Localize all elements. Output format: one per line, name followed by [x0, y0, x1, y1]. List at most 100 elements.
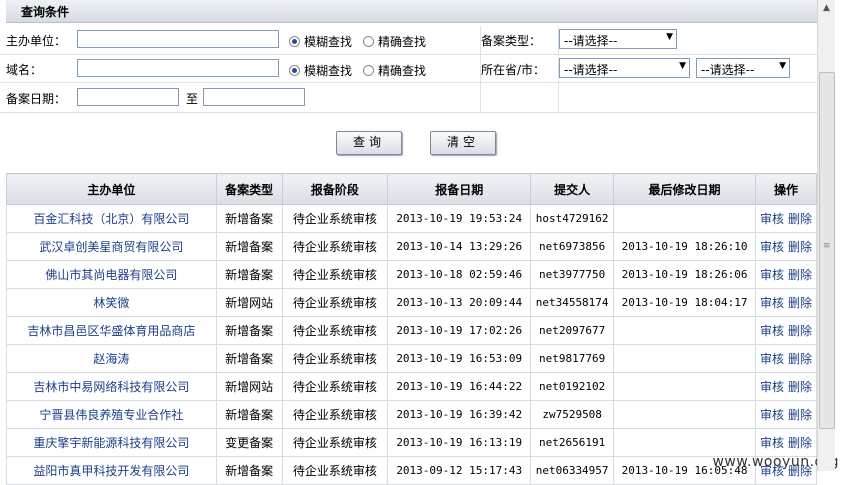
table-row: 林笑微 新增网站 待企业系统审核 2013-10-13 20:09:44 net3455…	[6, 288, 818, 317]
domain-exact-radio[interactable]: 精确查找	[363, 62, 426, 79]
actions-cell: 审核 删除	[754, 316, 818, 345]
review-link[interactable]: 审核	[760, 296, 784, 310]
chevron-down-icon: ▼	[679, 61, 686, 71]
unit-link[interactable]: 林笑微	[93, 296, 129, 310]
date-to-input[interactable]	[203, 88, 305, 106]
radio-checked-icon	[289, 36, 300, 47]
unit-cell: 重庆擎宇新能源科技有限公司	[6, 428, 217, 457]
stage-cell: 待企业系统审核	[281, 204, 389, 233]
col-header-stage[interactable]: 报备阶段	[281, 173, 389, 205]
unit-cell: 百金汇科技（北京）有限公司	[6, 204, 217, 233]
submitter-cell: net34558174	[530, 288, 615, 317]
domain-fuzzy-radio[interactable]: 模糊查找	[289, 62, 352, 79]
city-select-value: --请选择--	[701, 63, 755, 77]
type-cell: 新增备案	[215, 204, 283, 233]
submitter-cell: net6973856	[530, 232, 615, 261]
unit-link[interactable]: 宁晋县伟良养殖专业合作社	[39, 408, 183, 422]
delete-link[interactable]: 删除	[788, 408, 812, 422]
table-row: 赵海涛 新增备案 待企业系统审核 2013-10-19 16:53:09 net9817…	[6, 344, 818, 373]
unit-cell: 宁晋县伟良养殖专业合作社	[6, 400, 217, 429]
date-cell: 2013-10-19 17:02:26	[387, 316, 532, 345]
province-select-value: --请选择--	[564, 63, 618, 77]
table-header-row: 主办单位 备案类型 报备阶段 报备日期 提交人 最后修改日期 操作	[6, 173, 818, 205]
col-header-type[interactable]: 备案类型	[215, 173, 283, 205]
scroll-up-icon[interactable]: ▲	[818, 0, 835, 17]
date-label: 备案日期：	[6, 92, 67, 106]
table-row: 百金汇科技（北京）有限公司 新增备案 待企业系统审核 2013-10-19 19:53…	[6, 204, 818, 233]
table-row: 佛山市其尚电器有限公司 新增备案 待企业系统审核 2013-10-18 02:59:4…	[6, 260, 818, 289]
modified-cell	[613, 344, 756, 373]
type-cell: 新增备案	[215, 316, 283, 345]
query-button[interactable]: 查询	[336, 131, 402, 155]
unit-link[interactable]: 重庆擎宇新能源科技有限公司	[33, 436, 189, 450]
review-link[interactable]: 审核	[760, 240, 784, 254]
col-header-date[interactable]: 报备日期	[387, 173, 532, 205]
review-link[interactable]: 审核	[760, 408, 784, 422]
unit-link[interactable]: 益阳市真甲科技开发有限公司	[33, 464, 189, 478]
delete-link[interactable]: 删除	[788, 352, 812, 366]
unit-link[interactable]: 吉林市中易网络科技有限公司	[33, 380, 189, 394]
date-cell: 2013-10-19 16:53:09	[387, 344, 532, 373]
stage-cell: 待企业系统审核	[281, 260, 389, 289]
delete-link[interactable]: 删除	[788, 296, 812, 310]
domain-fuzzy-label: 模糊查找	[304, 64, 353, 78]
stage-cell: 待企业系统审核	[281, 344, 389, 373]
review-link[interactable]: 审核	[760, 324, 784, 338]
delete-link[interactable]: 删除	[788, 380, 812, 394]
review-link[interactable]: 审核	[760, 436, 784, 450]
domain-label: 域名：	[6, 63, 43, 77]
province-select[interactable]: --请选择-- ▼	[559, 58, 690, 78]
col-header-unit[interactable]: 主办单位	[6, 173, 217, 205]
submitter-cell: net2656191	[530, 428, 615, 457]
unit-label: 主办单位：	[6, 34, 67, 48]
unit-exact-radio[interactable]: 精确查找	[363, 33, 426, 50]
date-from-input[interactable]	[77, 88, 179, 106]
city-select[interactable]: --请选择-- ▼	[696, 58, 790, 78]
unit-fuzzy-radio[interactable]: 模糊查找	[289, 33, 352, 50]
type-cell: 新增备案	[215, 232, 283, 261]
date-to-label: 至	[186, 92, 199, 106]
review-link[interactable]: 审核	[760, 352, 784, 366]
review-link[interactable]: 审核	[760, 268, 784, 282]
unit-link[interactable]: 佛山市其尚电器有限公司	[45, 268, 177, 282]
date-cell: 2013-10-14 13:29:26	[387, 232, 532, 261]
unit-cell: 武汉卓创美星商贸有限公司	[6, 232, 217, 261]
delete-link[interactable]: 删除	[788, 240, 812, 254]
unit-link[interactable]: 百金汇科技（北京）有限公司	[33, 212, 189, 226]
col-header-submitter[interactable]: 提交人	[530, 173, 615, 205]
domain-input[interactable]	[77, 59, 279, 77]
unit-link[interactable]: 武汉卓创美星商贸有限公司	[39, 240, 183, 254]
scrollbar-thumb[interactable]: ≡	[819, 72, 835, 429]
col-header-modified[interactable]: 最后修改日期	[613, 173, 756, 205]
delete-link[interactable]: 删除	[788, 212, 812, 226]
unit-cell: 吉林市中易网络科技有限公司	[6, 372, 217, 401]
submitter-cell: net2097677	[530, 316, 615, 345]
table-row: 吉林市中易网络科技有限公司 新增网站 待企业系统审核 2013-10-19 16:44…	[6, 372, 818, 401]
submitter-cell: host4729162	[530, 204, 615, 233]
date-cell: 2013-10-19 16:39:42	[387, 400, 532, 429]
unit-input[interactable]	[77, 30, 279, 48]
vertical-scrollbar[interactable]: ▲ ≡	[817, 0, 835, 471]
submitter-cell: zw7529508	[530, 400, 615, 429]
unit-link[interactable]: 赵海涛	[93, 352, 129, 366]
clear-button[interactable]: 清空	[430, 131, 496, 155]
delete-link[interactable]: 删除	[788, 268, 812, 282]
review-link[interactable]: 审核	[760, 380, 784, 394]
submitter-cell: net3977750	[530, 260, 615, 289]
table-row: 吉林市昌邑区华盛体育用品商店 新增备案 待企业系统审核 2013-10-19 17:0…	[6, 316, 818, 345]
query-panel-header: 查询条件	[6, 0, 817, 23]
delete-link[interactable]: 删除	[788, 324, 812, 338]
unit-cell: 林笑微	[6, 288, 217, 317]
type-select[interactable]: --请选择-- ▼	[559, 29, 677, 49]
type-cell: 变更备案	[215, 428, 283, 457]
delete-link[interactable]: 删除	[788, 436, 812, 450]
actions-cell: 审核 删除	[754, 232, 818, 261]
review-link[interactable]: 审核	[760, 212, 784, 226]
stage-cell: 待企业系统审核	[281, 428, 389, 457]
type-cell: 新增备案	[215, 260, 283, 289]
unit-link[interactable]: 吉林市昌邑区华盛体育用品商店	[27, 324, 195, 338]
modified-cell: 2013-10-19 18:26:06	[613, 260, 756, 289]
form-divider	[480, 26, 481, 112]
date-cell: 2013-10-18 02:59:46	[387, 260, 532, 289]
modified-cell	[613, 372, 756, 401]
